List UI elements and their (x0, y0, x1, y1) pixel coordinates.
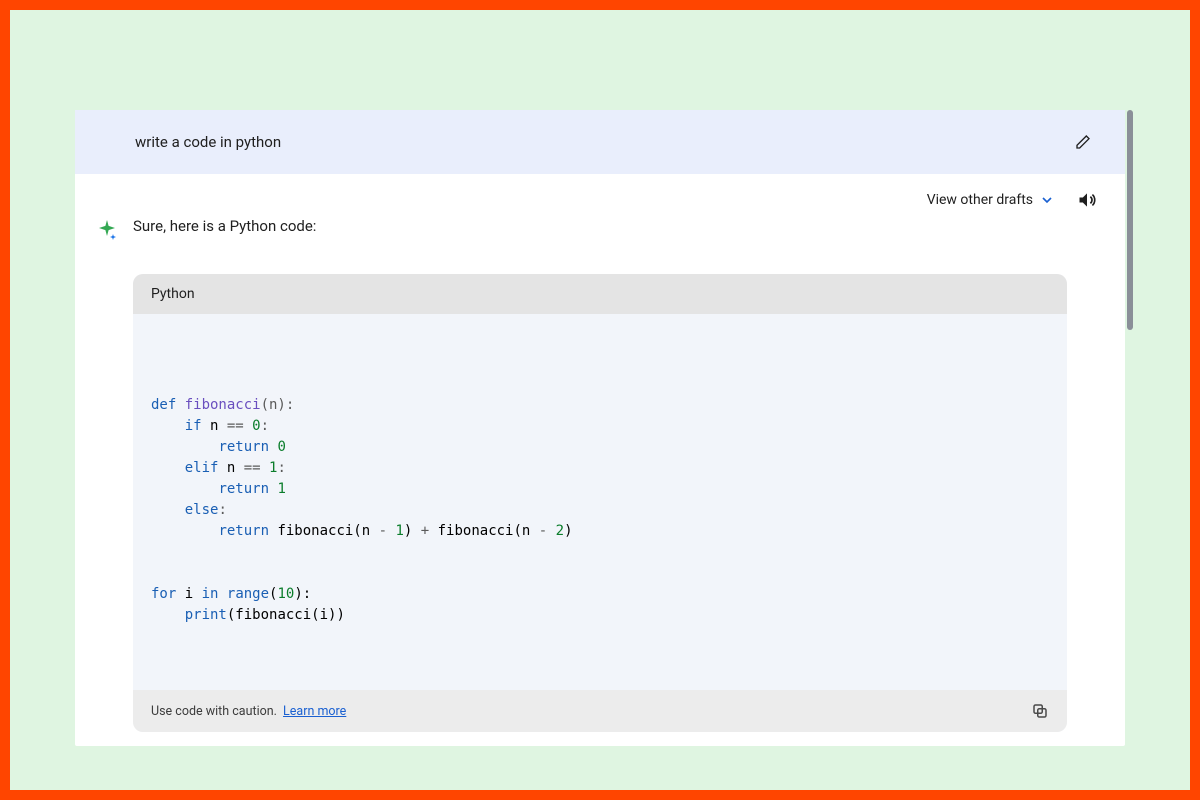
bard-sparkle-icon (95, 218, 119, 246)
view-drafts-toggle[interactable]: View other drafts (927, 192, 1055, 208)
page-background: write a code in python View other drafts (10, 10, 1190, 790)
user-prompt-text: write a code in python (135, 133, 281, 151)
copy-icon (1031, 702, 1049, 720)
scrollbar-thumb[interactable] (1127, 110, 1133, 330)
code-footer: Use code with caution. Learn more (133, 690, 1067, 732)
code-card: Python 1 def fibonacci(n): if n == 0: re… (133, 274, 1067, 732)
chat-container: write a code in python View other drafts (75, 110, 1125, 746)
chevron-down-icon (1039, 192, 1055, 208)
pencil-icon (1075, 134, 1091, 150)
user-prompt-row: write a code in python (75, 110, 1125, 174)
view-drafts-label: View other drafts (927, 192, 1033, 208)
response-row: Sure, here is a Python code: (75, 214, 1125, 264)
speaker-icon (1077, 190, 1097, 210)
code-language-label: Python (133, 274, 1067, 314)
copy-code-button[interactable] (1031, 702, 1049, 720)
edit-prompt-button[interactable] (1069, 128, 1097, 156)
response-area: View other drafts Sure, here is a Python… (75, 174, 1125, 746)
code-caution-text: Use code with caution. Learn more (151, 704, 346, 719)
response-topbar: View other drafts (75, 174, 1125, 214)
response-intro-text: Sure, here is a Python code: (133, 217, 316, 235)
code-content: def fibonacci(n): if n == 0: return 0 el… (151, 395, 1049, 626)
learn-more-link[interactable]: Learn more (283, 704, 346, 719)
read-aloud-button[interactable] (1077, 190, 1097, 210)
code-block: 1 def fibonacci(n): if n == 0: return 0 … (133, 314, 1067, 690)
